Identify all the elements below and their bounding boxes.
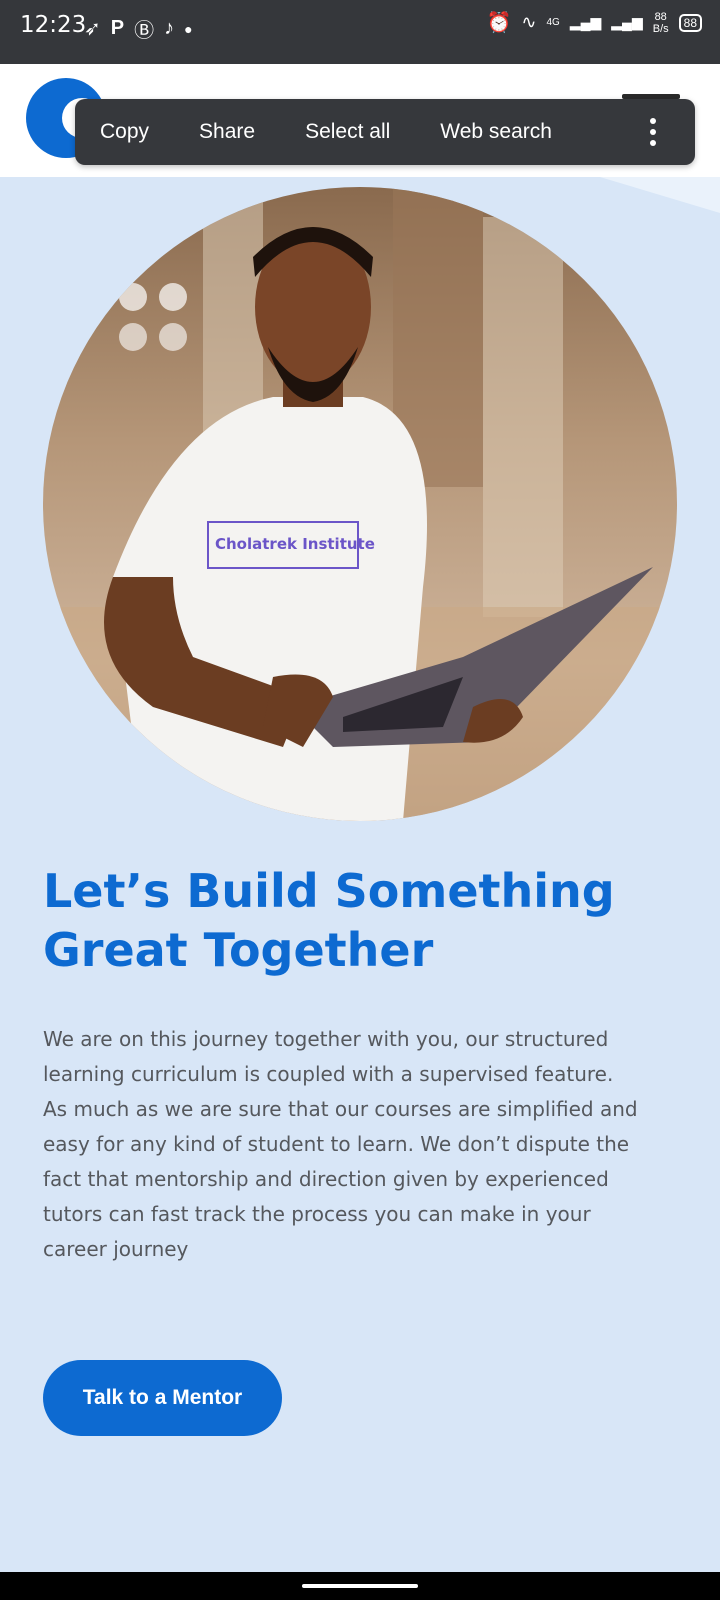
battery-icon: 88 bbox=[678, 13, 702, 32]
feather-icon: ➶ bbox=[84, 18, 101, 40]
system-nav-bar bbox=[0, 1572, 720, 1600]
status-time: 12:23 bbox=[20, 12, 87, 38]
shirt-brand-text: Cholatrek Institute bbox=[215, 535, 375, 553]
whatsapp-business-icon: Ⓑ bbox=[134, 20, 155, 42]
notification-icons: ➶ P Ⓑ ♪ ● bbox=[84, 14, 193, 43]
p-app-icon: P bbox=[110, 17, 125, 39]
signal-icon: ▂▄▆ bbox=[569, 14, 602, 30]
speed-value: 88 bbox=[654, 10, 667, 23]
web-search-button[interactable]: Web search bbox=[415, 120, 577, 144]
hero-photo: Cholatrek Institute bbox=[43, 187, 677, 821]
share-button[interactable]: Share bbox=[174, 120, 280, 144]
activity-icon: ∿ bbox=[521, 12, 537, 32]
select-all-button[interactable]: Select all bbox=[280, 120, 415, 144]
status-bar: 12:23 ➶ P Ⓑ ♪ ● ⏰ ∿ 4G ▂▄▆ ▂▄▆ 88 B/s 88 bbox=[0, 0, 720, 64]
network-speed: 88 B/s bbox=[653, 11, 669, 35]
text-selection-toolbar: Copy Share Select all Web search bbox=[75, 99, 695, 165]
dot-icon: ● bbox=[184, 20, 193, 37]
signal-icon: ▂▄▆ bbox=[611, 14, 643, 30]
speed-unit: B/s bbox=[652, 22, 669, 35]
more-options-icon[interactable] bbox=[649, 118, 657, 146]
network-type: 4G bbox=[546, 17, 560, 28]
system-icons: ⏰ ∿ 4G ▂▄▆ ▂▄▆ 88 B/s 88 bbox=[486, 10, 702, 35]
hero-description: We are on this journey together with you… bbox=[43, 1027, 638, 1261]
alarm-icon: ⏰ bbox=[486, 12, 512, 34]
talk-to-mentor-button[interactable]: Talk to a Mentor bbox=[43, 1360, 282, 1436]
tiktok-icon: ♪ bbox=[164, 17, 175, 39]
home-indicator[interactable] bbox=[302, 1584, 418, 1588]
hero-headline: Let’s Build Something Great Together bbox=[43, 864, 615, 977]
copy-button[interactable]: Copy bbox=[75, 120, 174, 144]
